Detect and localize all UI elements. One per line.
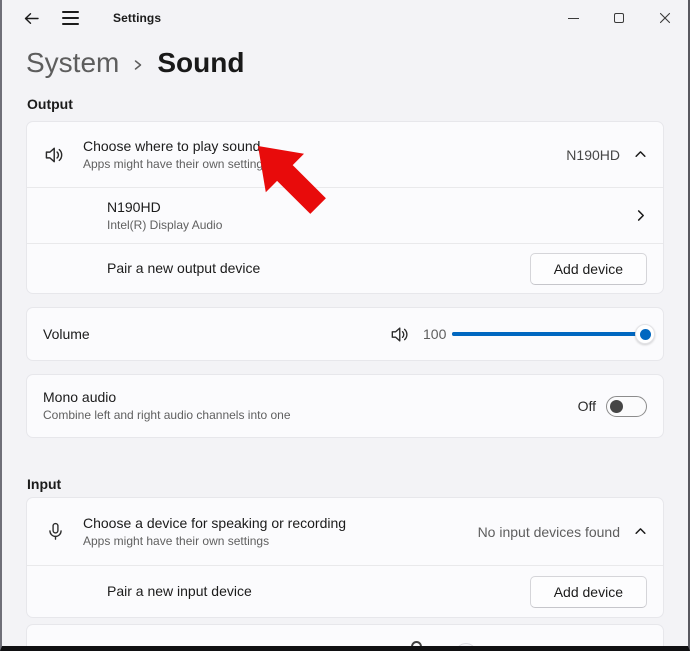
pair-input-row: Pair a new input device Add device [27,565,663,617]
close-button[interactable] [642,0,688,36]
volume-slider[interactable] [452,324,645,344]
minimize-icon [568,18,579,19]
breadcrumb-chevron-icon [133,57,143,73]
back-arrow-icon [23,11,40,26]
volume-value: 100 [423,326,449,342]
titlebar: Settings [2,0,688,36]
volume-speaker-icon[interactable] [390,324,411,345]
breadcrumb-system[interactable]: System [26,47,119,79]
page-title: Sound [157,47,244,79]
output-selected-device: N190HD [566,147,620,163]
maximize-icon [614,13,624,23]
output-device-row[interactable]: N190HD Intel(R) Display Audio [27,187,663,243]
output-chooser-subtitle: Apps might have their own settings [83,157,269,172]
pair-output-label: Pair a new output device [107,260,260,277]
output-chooser-row[interactable]: Choose where to play sound Apps might ha… [27,122,663,187]
volume-row: Volume 100 [27,308,663,360]
mono-audio-subtitle: Combine left and right audio channels in… [43,408,291,423]
output-section-header: Output [27,96,664,112]
mono-audio-card: Mono audio Combine left and right audio … [26,374,664,438]
volume-card: Volume 100 [26,307,664,361]
input-section-header: Input [27,476,664,492]
hamburger-icon [62,11,79,25]
breadcrumb: System Sound [2,36,688,84]
output-expander-card: Choose where to play sound Apps might ha… [26,121,664,294]
mono-audio-title: Mono audio [43,389,291,406]
device-name: N190HD [107,199,222,216]
input-expander-card: Choose a device for speaking or recordin… [26,497,664,618]
microphone-icon [43,521,67,542]
add-output-device-button[interactable]: Add device [530,253,647,285]
back-button[interactable] [16,3,46,33]
input-chooser-subtitle: Apps might have their own settings [83,534,346,549]
nav-menu-button[interactable] [55,3,85,33]
partial-mic-icon [411,641,422,651]
partial-next-card [26,624,664,651]
window-controls [550,0,688,36]
input-devices-status: No input devices found [478,524,620,540]
speaker-icon [43,144,67,166]
input-chooser-title: Choose a device for speaking or recordin… [83,515,346,532]
chevron-right-icon [634,209,647,222]
volume-slider-fill [452,332,645,336]
pair-output-row: Pair a new output device Add device [27,243,663,293]
chevron-up-icon [634,148,647,161]
pair-input-label: Pair a new input device [107,583,252,600]
device-description: Intel(R) Display Audio [107,218,222,233]
add-input-device-button[interactable]: Add device [530,576,647,608]
minimize-button[interactable] [550,0,596,36]
close-icon [659,12,671,24]
toggle-knob [610,400,623,413]
partial-circle [455,643,477,651]
mono-audio-row: Mono audio Combine left and right audio … [27,375,663,437]
settings-window: Settings System Sound Output [0,0,690,651]
chevron-up-icon [634,525,647,538]
mono-audio-state-label: Off [578,398,596,414]
mono-audio-toggle[interactable] [606,396,647,417]
output-chooser-title: Choose where to play sound [83,138,269,155]
maximize-button[interactable] [596,0,642,36]
volume-slider-track [452,332,645,336]
volume-label: Volume [43,326,90,342]
volume-slider-thumb[interactable] [635,324,655,344]
settings-content: Output Choose where to play sound Apps m… [2,96,688,651]
app-title: Settings [113,11,161,25]
input-chooser-row[interactable]: Choose a device for speaking or recordin… [27,498,663,565]
